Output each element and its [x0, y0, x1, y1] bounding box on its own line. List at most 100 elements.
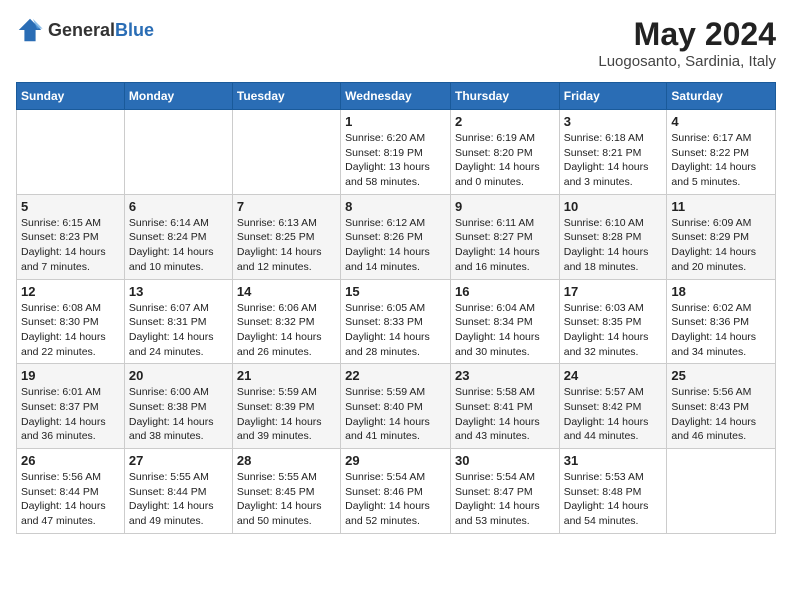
table-row: 15 Sunrise: 6:05 AMSunset: 8:33 PMDayligh… [341, 279, 451, 364]
day-info: Sunrise: 5:59 AMSunset: 8:40 PMDaylight:… [345, 385, 446, 444]
day-info: Sunrise: 6:07 AMSunset: 8:31 PMDaylight:… [129, 301, 228, 360]
day-number: 19 [21, 368, 120, 383]
table-row: 24 Sunrise: 5:57 AMSunset: 8:42 PMDayligh… [559, 364, 667, 449]
table-row [124, 110, 232, 195]
day-number: 24 [564, 368, 663, 383]
table-row: 26Sunrise: 5:56 AMSunset: 8:44 PMDayligh… [17, 449, 125, 534]
col-sunday: Sunday [17, 83, 125, 110]
calendar-header: Sunday Monday Tuesday Wednesday Thursday… [17, 83, 776, 110]
table-row [17, 110, 125, 195]
day-number: 11 [671, 199, 771, 214]
day-number: 22 [345, 368, 446, 383]
day-info: Sunrise: 6:03 AMSunset: 8:35 PMDaylight:… [564, 301, 663, 360]
page-header: GeneralBlue May 2024 Luogosanto, Sardini… [16, 16, 776, 70]
col-saturday: Saturday [667, 83, 776, 110]
table-row: 8 Sunrise: 6:12 AMSunset: 8:26 PMDaylight… [341, 194, 451, 279]
table-row: 29Sunrise: 5:54 AMSunset: 8:46 PMDayligh… [341, 449, 451, 534]
day-number: 13 [129, 284, 228, 299]
table-row: 4 Sunrise: 6:17 AMSunset: 8:22 PMDaylight… [667, 110, 776, 195]
day-info: Sunrise: 5:54 AMSunset: 8:47 PMDaylight:… [455, 470, 555, 529]
col-tuesday: Tuesday [232, 83, 340, 110]
calendar-week-row: 12Sunrise: 6:08 AMSunset: 8:30 PMDayligh… [17, 279, 776, 364]
logo-text-blue: Blue [115, 20, 154, 40]
day-number: 9 [455, 199, 555, 214]
day-info: Sunrise: 6:05 AMSunset: 8:33 PMDaylight:… [345, 301, 446, 360]
col-thursday: Thursday [450, 83, 559, 110]
logo: GeneralBlue [16, 16, 154, 44]
table-row: 11 Sunrise: 6:09 AMSunset: 8:29 PMDayligh… [667, 194, 776, 279]
day-number: 4 [671, 114, 771, 129]
calendar-week-row: 26Sunrise: 5:56 AMSunset: 8:44 PMDayligh… [17, 449, 776, 534]
table-row: 12Sunrise: 6:08 AMSunset: 8:30 PMDayligh… [17, 279, 125, 364]
table-row: 9 Sunrise: 6:11 AMSunset: 8:27 PMDaylight… [450, 194, 559, 279]
day-info: Sunrise: 5:55 AMSunset: 8:45 PMDaylight:… [237, 470, 336, 529]
table-row: 20Sunrise: 6:00 AMSunset: 8:38 PMDayligh… [124, 364, 232, 449]
table-row: 22 Sunrise: 5:59 AMSunset: 8:40 PMDayligh… [341, 364, 451, 449]
day-info: Sunrise: 6:13 AMSunset: 8:25 PMDaylight:… [237, 216, 336, 275]
table-row: 27 Sunrise: 5:55 AMSunset: 8:44 PMDayligh… [124, 449, 232, 534]
day-number: 7 [237, 199, 336, 214]
table-row: 14 Sunrise: 6:06 AMSunset: 8:32 PMDayligh… [232, 279, 340, 364]
day-number: 17 [564, 284, 663, 299]
day-number: 18 [671, 284, 771, 299]
day-info: Sunrise: 6:10 AMSunset: 8:28 PMDaylight:… [564, 216, 663, 275]
table-row: 19Sunrise: 6:01 AMSunset: 8:37 PMDayligh… [17, 364, 125, 449]
day-info: Sunrise: 6:06 AMSunset: 8:32 PMDaylight:… [237, 301, 336, 360]
col-wednesday: Wednesday [341, 83, 451, 110]
day-number: 5 [21, 199, 120, 214]
day-info: Sunrise: 6:12 AMSunset: 8:26 PMDaylight:… [345, 216, 446, 275]
table-row [667, 449, 776, 534]
day-number: 12 [21, 284, 120, 299]
day-info: Sunrise: 6:14 AMSunset: 8:24 PMDaylight:… [129, 216, 228, 275]
day-info: Sunrise: 5:57 AMSunset: 8:42 PMDaylight:… [564, 385, 663, 444]
day-info: Sunrise: 5:54 AMSunset: 8:46 PMDaylight:… [345, 470, 446, 529]
table-row: 10 Sunrise: 6:10 AMSunset: 8:28 PMDayligh… [559, 194, 667, 279]
day-number: 8 [345, 199, 446, 214]
day-number: 10 [564, 199, 663, 214]
location-subtitle: Luogosanto, Sardinia, Italy [598, 53, 776, 70]
day-number: 20 [129, 368, 228, 383]
day-info: Sunrise: 6:11 AMSunset: 8:27 PMDaylight:… [455, 216, 555, 275]
table-row: 1 Sunrise: 6:20 AMSunset: 8:19 PMDaylight… [341, 110, 451, 195]
table-row: 18 Sunrise: 6:02 AMSunset: 8:36 PMDayligh… [667, 279, 776, 364]
day-info: Sunrise: 6:09 AMSunset: 8:29 PMDaylight:… [671, 216, 771, 275]
day-number: 6 [129, 199, 228, 214]
table-row: 2Sunrise: 6:19 AMSunset: 8:20 PMDaylight… [450, 110, 559, 195]
table-row: 23Sunrise: 5:58 AMSunset: 8:41 PMDayligh… [450, 364, 559, 449]
table-row: 3Sunrise: 6:18 AMSunset: 8:21 PMDaylight… [559, 110, 667, 195]
day-number: 21 [237, 368, 336, 383]
day-info: Sunrise: 5:56 AMSunset: 8:43 PMDaylight:… [671, 385, 771, 444]
day-info: Sunrise: 5:58 AMSunset: 8:41 PMDaylight:… [455, 385, 555, 444]
table-row: 7 Sunrise: 6:13 AMSunset: 8:25 PMDaylight… [232, 194, 340, 279]
table-row: 17 Sunrise: 6:03 AMSunset: 8:35 PMDayligh… [559, 279, 667, 364]
weekday-header-row: Sunday Monday Tuesday Wednesday Thursday… [17, 83, 776, 110]
day-info: Sunrise: 5:56 AMSunset: 8:44 PMDaylight:… [21, 470, 120, 529]
table-row: 31Sunrise: 5:53 AMSunset: 8:48 PMDayligh… [559, 449, 667, 534]
day-info: Sunrise: 5:55 AMSunset: 8:44 PMDaylight:… [129, 470, 228, 529]
table-row [232, 110, 340, 195]
day-number: 16 [455, 284, 555, 299]
calendar-table: Sunday Monday Tuesday Wednesday Thursday… [16, 82, 776, 534]
table-row: 28 Sunrise: 5:55 AMSunset: 8:45 PMDayligh… [232, 449, 340, 534]
month-year-title: May 2024 [598, 16, 776, 53]
day-number: 15 [345, 284, 446, 299]
table-row: 25 Sunrise: 5:56 AMSunset: 8:43 PMDayligh… [667, 364, 776, 449]
col-monday: Monday [124, 83, 232, 110]
day-info: Sunrise: 6:02 AMSunset: 8:36 PMDaylight:… [671, 301, 771, 360]
day-number: 14 [237, 284, 336, 299]
day-info: Sunrise: 6:19 AMSunset: 8:20 PMDaylight:… [455, 131, 555, 190]
day-info: Sunrise: 6:20 AMSunset: 8:19 PMDaylight:… [345, 131, 446, 190]
day-number: 31 [564, 453, 663, 468]
calendar-week-row: 5Sunrise: 6:15 AMSunset: 8:23 PMDaylight… [17, 194, 776, 279]
day-info: Sunrise: 6:17 AMSunset: 8:22 PMDaylight:… [671, 131, 771, 190]
day-number: 28 [237, 453, 336, 468]
day-info: Sunrise: 5:59 AMSunset: 8:39 PMDaylight:… [237, 385, 336, 444]
day-number: 27 [129, 453, 228, 468]
day-number: 1 [345, 114, 446, 129]
calendar-body: 1 Sunrise: 6:20 AMSunset: 8:19 PMDaylight… [17, 110, 776, 534]
day-number: 25 [671, 368, 771, 383]
calendar-week-row: 19Sunrise: 6:01 AMSunset: 8:37 PMDayligh… [17, 364, 776, 449]
table-row: 6 Sunrise: 6:14 AMSunset: 8:24 PMDaylight… [124, 194, 232, 279]
table-row: 16Sunrise: 6:04 AMSunset: 8:34 PMDayligh… [450, 279, 559, 364]
calendar-week-row: 1 Sunrise: 6:20 AMSunset: 8:19 PMDaylight… [17, 110, 776, 195]
